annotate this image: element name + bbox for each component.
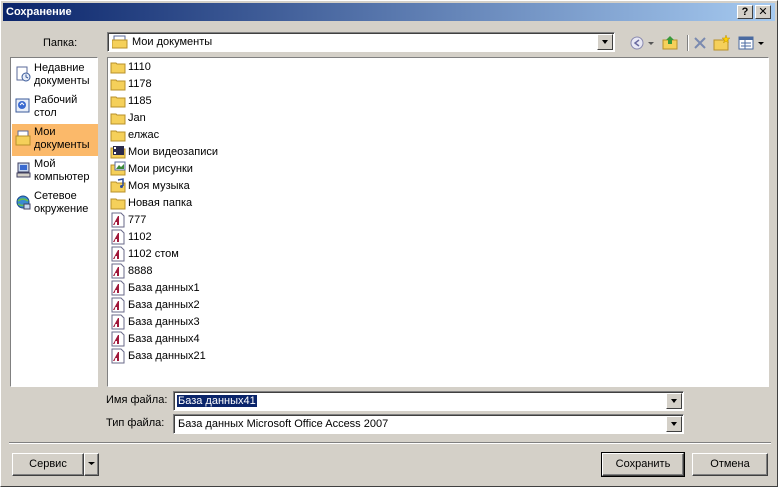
file-name: Мои видеозаписи bbox=[128, 146, 219, 158]
file-name: 1102 bbox=[128, 231, 152, 243]
chevron-down-icon[interactable] bbox=[597, 34, 613, 50]
close-button[interactable]: ✕ bbox=[755, 5, 771, 19]
file-name: 1102 стом bbox=[128, 248, 179, 260]
place-my-computer[interactable]: Мой компьютер bbox=[12, 156, 98, 188]
folder-icon bbox=[110, 93, 126, 109]
tools-dropdown-button[interactable] bbox=[84, 453, 99, 476]
place-label: Рабочий стол bbox=[34, 94, 78, 119]
folder-icon bbox=[110, 76, 126, 92]
place-network[interactable]: Сетевое окружение bbox=[12, 188, 98, 220]
folder-icon bbox=[110, 127, 126, 143]
access-db-icon bbox=[110, 314, 126, 330]
music-folder-icon bbox=[110, 178, 126, 194]
title-bar[interactable]: Сохранение ? ✕ bbox=[3, 3, 775, 21]
place-desktop[interactable]: Рабочий стол bbox=[12, 92, 98, 124]
access-db-icon bbox=[110, 212, 126, 228]
place-my-documents[interactable]: Мои документы bbox=[12, 124, 98, 156]
place-label: Сетевое окружение bbox=[34, 190, 89, 215]
window-title: Сохранение bbox=[6, 6, 72, 18]
filename-label: Имя файла: bbox=[106, 394, 168, 406]
save-dialog: Сохранение ? ✕ Папка: Мои документы Неда… bbox=[0, 0, 778, 487]
file-name: База данных1 bbox=[128, 282, 200, 294]
help-button[interactable]: ? bbox=[737, 5, 753, 19]
file-name: 1110 bbox=[128, 61, 151, 73]
access-db-icon bbox=[110, 331, 126, 347]
file-name: 777 bbox=[128, 214, 147, 226]
file-name: База данных21 bbox=[128, 350, 206, 362]
access-db-icon bbox=[110, 297, 126, 313]
filetype-value: База данных Microsoft Office Access 2007 bbox=[178, 418, 389, 430]
folder-current: Мои документы bbox=[132, 36, 213, 48]
pictures-folder-icon bbox=[110, 161, 126, 177]
chevron-down-icon[interactable] bbox=[666, 393, 682, 409]
file-name: База данных3 bbox=[128, 316, 200, 328]
toolbar-separator bbox=[687, 34, 689, 52]
file-name: База данных2 bbox=[128, 299, 200, 311]
file-name: 8888 bbox=[128, 265, 153, 277]
filename-input[interactable]: База данных41 bbox=[173, 391, 684, 411]
desktop-icon bbox=[15, 98, 31, 114]
file-name: Новая папка bbox=[128, 197, 193, 209]
folder-icon bbox=[110, 110, 126, 126]
filetype-label: Тип файла: bbox=[106, 417, 165, 429]
access-db-icon bbox=[110, 246, 126, 262]
file-name: Мои рисунки bbox=[128, 163, 193, 175]
views-dropdown-icon[interactable] bbox=[756, 34, 766, 52]
new-folder-icon[interactable] bbox=[713, 34, 731, 52]
my-documents-icon bbox=[15, 130, 31, 146]
access-db-icon bbox=[110, 229, 126, 245]
file-name: Моя музыка bbox=[128, 180, 190, 192]
folder-label: Папка: bbox=[43, 37, 78, 49]
divider bbox=[9, 442, 771, 444]
folder-combobox[interactable]: Мои документы bbox=[107, 32, 615, 52]
place-label: Недавние документы bbox=[34, 62, 90, 87]
chevron-down-icon[interactable] bbox=[666, 416, 682, 432]
place-label: Мои документы bbox=[34, 126, 90, 151]
back-dropdown-icon[interactable] bbox=[646, 34, 656, 52]
file-name: База данных4 bbox=[128, 333, 200, 345]
file-name: Jan bbox=[128, 112, 146, 124]
access-db-icon bbox=[110, 263, 126, 279]
cancel-button[interactable]: Отмена bbox=[692, 453, 768, 476]
folder-icon bbox=[110, 195, 126, 211]
views-icon[interactable] bbox=[737, 34, 755, 52]
filename-value: База данных41 bbox=[177, 395, 257, 407]
file-name: 1185 bbox=[128, 95, 152, 107]
my-documents-icon bbox=[111, 35, 128, 49]
tools-button[interactable]: Сервис bbox=[12, 453, 84, 476]
folder-icon bbox=[110, 59, 126, 75]
file-list[interactable]: 1110 1178 1185 Jan елжас Мои видеозаписи Мои р… bbox=[107, 57, 769, 387]
places-bar: Недавние документы Рабочий стол Мои доку… bbox=[10, 57, 98, 387]
delete-icon[interactable] bbox=[691, 34, 709, 52]
video-folder-icon bbox=[110, 144, 126, 160]
save-button[interactable]: Сохранить bbox=[601, 452, 685, 477]
back-icon[interactable] bbox=[628, 34, 646, 52]
place-recent-documents[interactable]: Недавние документы bbox=[12, 60, 98, 92]
recent-documents-icon bbox=[15, 66, 31, 82]
file-name: елжас bbox=[128, 129, 160, 141]
access-db-icon bbox=[110, 280, 126, 296]
up-folder-icon[interactable] bbox=[661, 34, 679, 52]
place-label: Мой компьютер bbox=[34, 158, 90, 183]
file-name: 1178 bbox=[128, 78, 152, 90]
filetype-select[interactable]: База данных Microsoft Office Access 2007 bbox=[173, 414, 684, 434]
my-computer-icon bbox=[15, 162, 31, 178]
access-db-icon bbox=[110, 348, 126, 364]
network-icon bbox=[15, 194, 31, 210]
